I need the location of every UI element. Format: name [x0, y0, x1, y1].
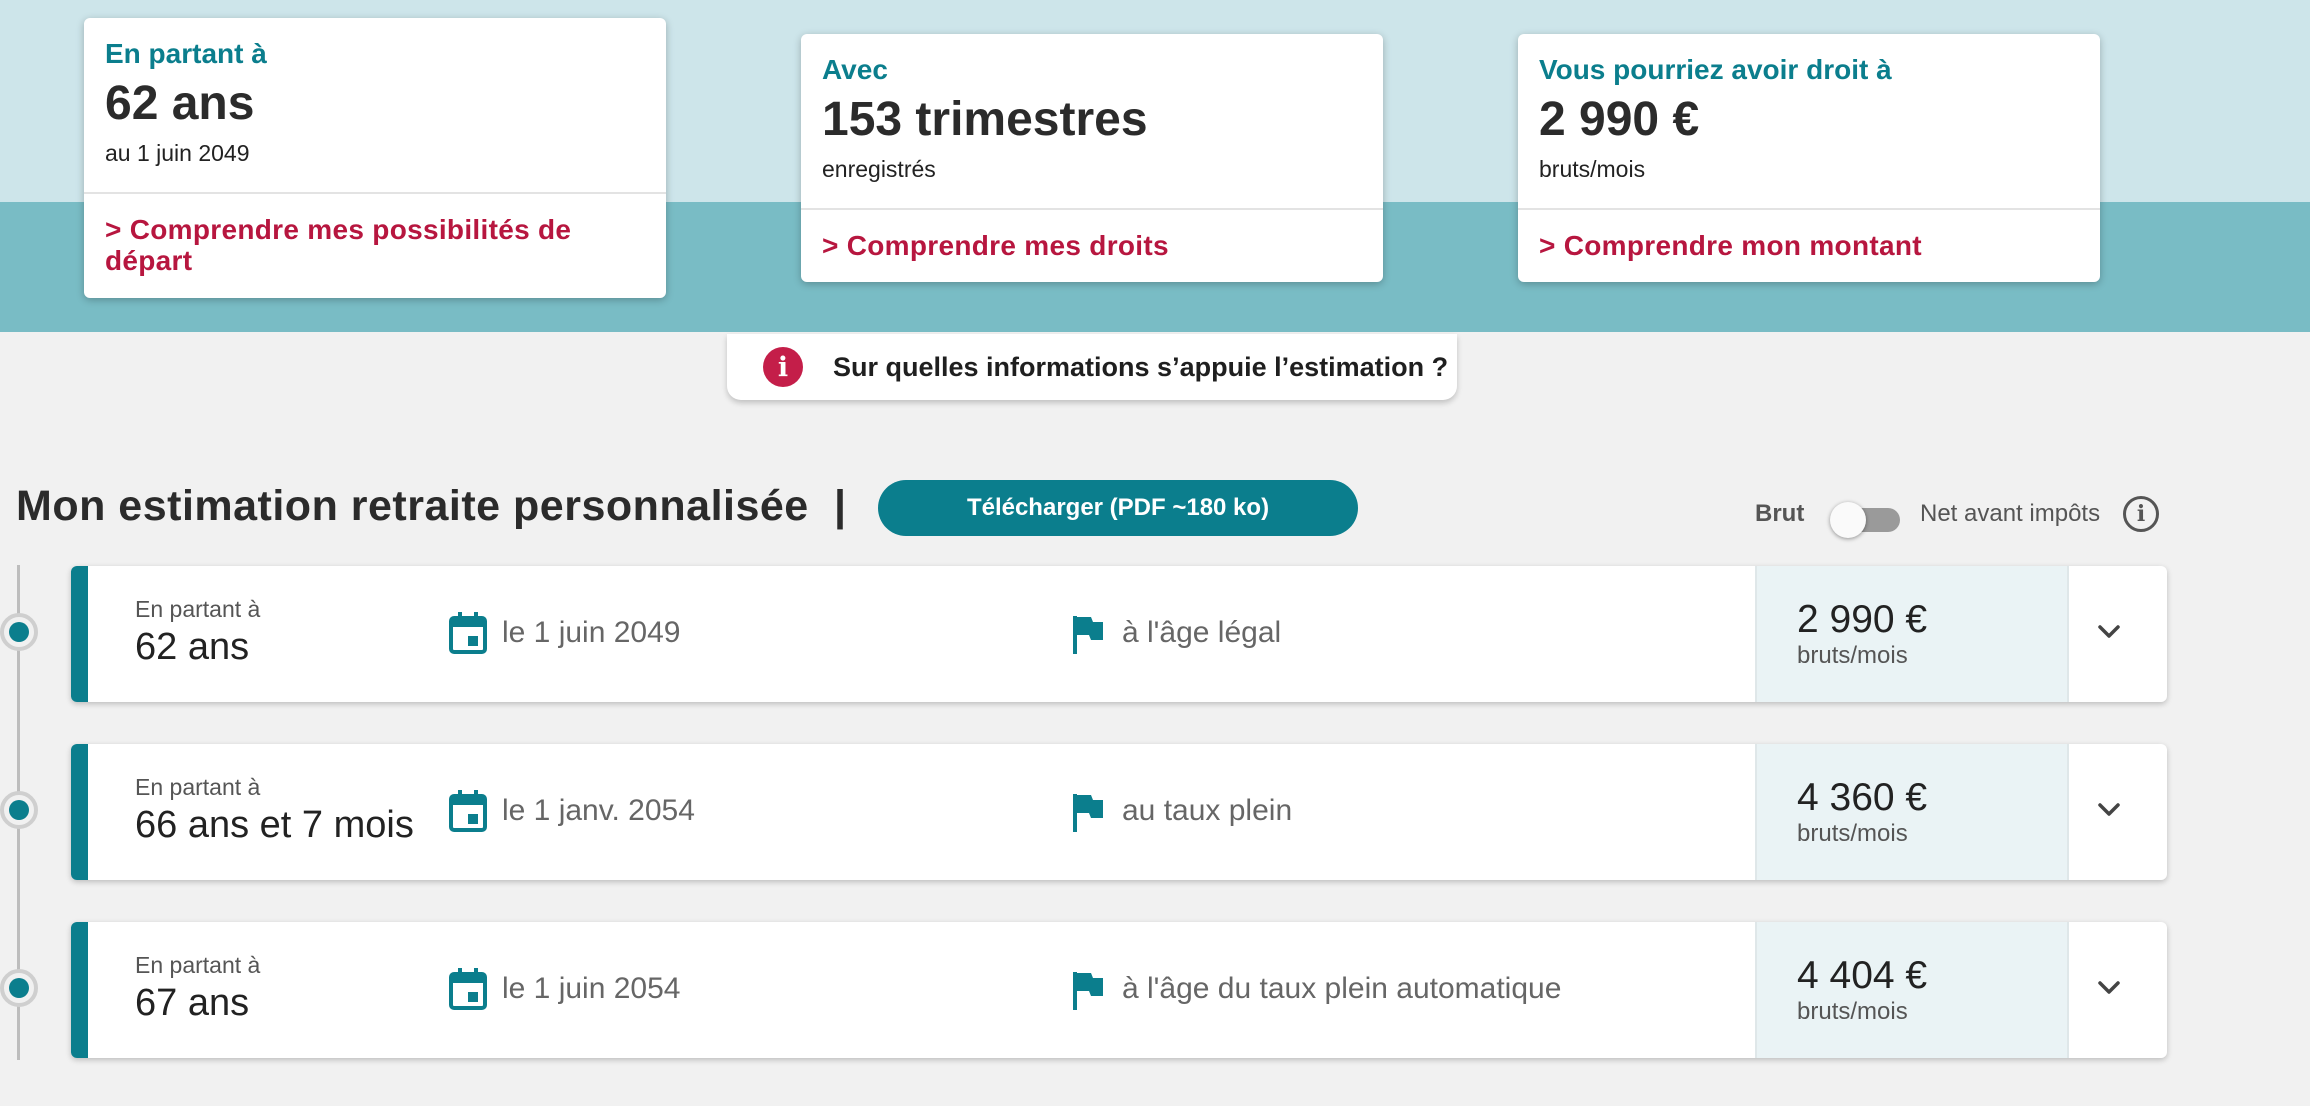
card-divider — [801, 208, 1383, 210]
card-label: Vous pourriez avoir droit à — [1539, 54, 1892, 85]
info-icon: i — [763, 347, 803, 387]
card-label: En partant à — [105, 38, 267, 69]
row-reason: à l'âge du taux plein automatique — [1122, 972, 1562, 1005]
departure-option-row[interactable]: En partant à 62 ans le 1 juin 2049 à l'â… — [71, 566, 2167, 702]
flag-icon — [1073, 616, 1103, 654]
row-prefix: En partant à — [135, 596, 261, 622]
summary-card-departure: En partant à 62 ans au 1 juin 2049 > Com… — [84, 18, 666, 298]
timeline-dot — [0, 613, 38, 651]
flag-icon — [1073, 794, 1103, 832]
row-date: le 1 juin 2049 — [502, 616, 681, 649]
net-info-icon[interactable]: i — [2123, 496, 2159, 532]
row-amount-box: 4 404 € bruts/mois — [1755, 922, 2069, 1058]
link-comprendre-possibilites[interactable]: > Comprendre mes possibilités de départ — [105, 214, 645, 276]
toggle-label-brut: Brut — [1755, 500, 1805, 527]
row-amount-unit: bruts/mois — [1797, 820, 1908, 847]
calendar-icon — [449, 968, 487, 1010]
title-separator: | — [834, 482, 847, 530]
row-date: le 1 janv. 2054 — [502, 794, 695, 827]
card-value: 153 trimestres — [822, 93, 1148, 146]
row-accent-bar — [71, 744, 88, 880]
row-date: le 1 juin 2054 — [502, 972, 681, 1005]
row-amount-unit: bruts/mois — [1797, 998, 1908, 1025]
card-subtext: enregistrés — [822, 156, 936, 182]
chevron-down-icon[interactable] — [2095, 618, 2123, 646]
calendar-icon — [449, 612, 487, 654]
link-comprendre-montant[interactable]: > Comprendre mon montant — [1539, 230, 2079, 261]
calendar-icon — [449, 790, 487, 832]
summary-card-quarters: Avec 153 trimestres enregistrés > Compre… — [801, 34, 1383, 282]
chevron-down-icon[interactable] — [2095, 974, 2123, 1002]
row-amount-box: 4 360 € bruts/mois — [1755, 744, 2069, 880]
timeline-dot — [0, 791, 38, 829]
page-title: Mon estimation retraite personnalisée — [16, 482, 809, 530]
toggle-label-net: Net avant impôts — [1920, 500, 2101, 527]
estimation-info-text: Sur quelles informations s’appuie l’esti… — [833, 351, 1449, 382]
row-reason: au taux plein — [1122, 794, 1293, 827]
flag-icon — [1073, 972, 1103, 1010]
departure-option-row[interactable]: En partant à 67 ans le 1 juin 2054 à l'â… — [71, 922, 2167, 1058]
row-age: 62 ans — [135, 626, 250, 668]
row-accent-bar — [71, 922, 88, 1058]
row-prefix: En partant à — [135, 774, 261, 800]
row-accent-bar — [71, 566, 88, 702]
brut-net-toggle[interactable] — [1830, 502, 1902, 538]
row-prefix: En partant à — [135, 952, 261, 978]
row-amount-unit: bruts/mois — [1797, 642, 1908, 669]
row-age: 67 ans — [135, 982, 250, 1024]
link-comprendre-droits[interactable]: > Comprendre mes droits — [822, 230, 1362, 261]
row-amount: 4 360 € — [1797, 776, 1928, 819]
card-divider — [84, 192, 666, 194]
summary-card-amount: Vous pourriez avoir droit à 2 990 € brut… — [1518, 34, 2100, 282]
row-amount: 4 404 € — [1797, 954, 1928, 997]
departure-option-row[interactable]: En partant à 66 ans et 7 mois le 1 janv.… — [71, 744, 2167, 880]
toggle-knob — [1830, 502, 1866, 538]
card-value: 2 990 € — [1539, 93, 1700, 146]
row-amount-box: 2 990 € bruts/mois — [1755, 566, 2069, 702]
estimation-info-banner[interactable]: i Sur quelles informations s’appuie l’es… — [727, 334, 1457, 400]
row-age: 66 ans et 7 mois — [135, 804, 414, 846]
download-pdf-button[interactable]: Télécharger (PDF ~180 ko) — [878, 480, 1358, 536]
row-amount: 2 990 € — [1797, 598, 1928, 641]
card-divider — [1518, 208, 2100, 210]
card-subtext: bruts/mois — [1539, 156, 1646, 182]
row-reason: à l'âge légal — [1122, 616, 1282, 649]
card-value: 62 ans — [105, 77, 255, 130]
chevron-down-icon[interactable] — [2095, 796, 2123, 824]
card-subtext: au 1 juin 2049 — [105, 140, 250, 166]
timeline-dot — [0, 969, 38, 1007]
card-label: Avec — [822, 54, 888, 85]
